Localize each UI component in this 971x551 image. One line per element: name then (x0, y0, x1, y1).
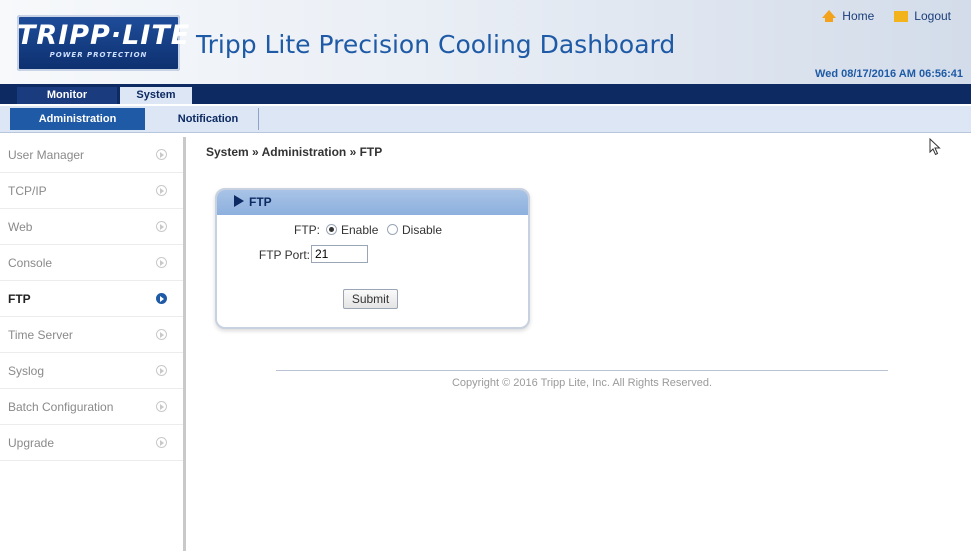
disable-radio[interactable] (387, 224, 398, 235)
chevron-right-icon (156, 329, 167, 340)
logo-text: TRIPP·LITE (17, 20, 191, 51)
tab-system[interactable]: System (120, 87, 192, 104)
chevron-right-icon (156, 437, 167, 448)
top-links: Home Logout (822, 9, 951, 23)
sidebar-item-console[interactable]: Console (0, 245, 183, 281)
sidebar-item-ftp[interactable]: FTP (0, 281, 183, 317)
sidebar-item-label: Web (8, 219, 33, 234)
sidebar-item-label: Syslog (8, 363, 45, 378)
chevron-right-icon (156, 221, 167, 232)
datetime: Wed 08/17/2016 AM 06:56:41 (815, 68, 963, 80)
home-icon (822, 10, 837, 22)
breadcrumb: System » Administration » FTP (206, 145, 383, 159)
sidebar-item-web[interactable]: Web (0, 209, 183, 245)
sidebar-item-label: Batch Configuration (8, 399, 114, 414)
chevron-right-icon (156, 149, 167, 160)
tripp-lite-logo[interactable]: TRIPP·LITE POWER PROTECTION (17, 15, 191, 71)
ftp-port-label: FTP Port: (258, 248, 310, 262)
logo-subtext: POWER PROTECTION (49, 51, 148, 59)
copyright: Copyright © 2016 Tripp Lite, Inc. All Ri… (451, 377, 712, 389)
page-title: Tripp Lite Precision Cooling Dashboard (196, 30, 676, 59)
sidebar-item-time-server[interactable]: Time Server (0, 317, 183, 353)
disable-label[interactable]: Disable (402, 223, 442, 237)
chevron-right-icon (156, 365, 167, 376)
sidebar-item-label: FTP (8, 291, 31, 306)
triangle-right-icon (234, 195, 244, 207)
sidebar-item-label: TCP/IP (8, 183, 47, 198)
tab-notification[interactable]: Notification (158, 108, 259, 130)
sidebar-item-label: Console (8, 255, 53, 270)
sidebar-item-label: Upgrade (8, 435, 55, 450)
submit-button[interactable]: Submit (343, 289, 398, 309)
sidebar-item-batch-configuration[interactable]: Batch Configuration (0, 389, 183, 425)
tab-monitor[interactable]: Monitor (17, 87, 117, 104)
chevron-right-icon (156, 401, 167, 412)
tab-administration[interactable]: Administration (10, 108, 145, 130)
home-link[interactable]: Home (822, 9, 874, 23)
logout-link[interactable]: Logout (894, 9, 951, 23)
logout-link-label: Logout (914, 9, 951, 23)
panel-header: FTP (217, 190, 528, 215)
footer-divider (276, 370, 888, 371)
enable-label[interactable]: Enable (341, 223, 378, 237)
panel-title: FTP (249, 195, 272, 209)
sidebar-item-syslog[interactable]: Syslog (0, 353, 183, 389)
enable-radio[interactable] (326, 224, 337, 235)
sidebar-item-user-manager[interactable]: User Manager (0, 137, 183, 173)
sidebar-item-label: User Manager (8, 147, 85, 162)
primary-nav: Monitor System (0, 84, 971, 104)
chevron-right-icon (156, 257, 167, 268)
ftp-settings-panel: FTP FTP: Enable Disable FTP Port: Submit (215, 188, 530, 329)
ftp-port-input[interactable] (311, 245, 368, 263)
logout-icon (894, 10, 909, 22)
secondary-nav: Administration Notification (0, 106, 971, 133)
sidebar: User Manager TCP/IP Web Console FTP Time… (0, 137, 186, 551)
header: TRIPP·LITE POWER PROTECTION Tripp Lite P… (0, 0, 971, 84)
sidebar-item-label: Time Server (8, 327, 73, 342)
chevron-right-icon (156, 185, 167, 196)
ftp-label: FTP: (294, 223, 320, 237)
home-link-label: Home (842, 9, 875, 23)
sidebar-item-upgrade[interactable]: Upgrade (0, 425, 183, 461)
chevron-right-icon (156, 293, 167, 304)
mouse-cursor-icon (929, 138, 941, 156)
sidebar-item-tcp-ip[interactable]: TCP/IP (0, 173, 183, 209)
